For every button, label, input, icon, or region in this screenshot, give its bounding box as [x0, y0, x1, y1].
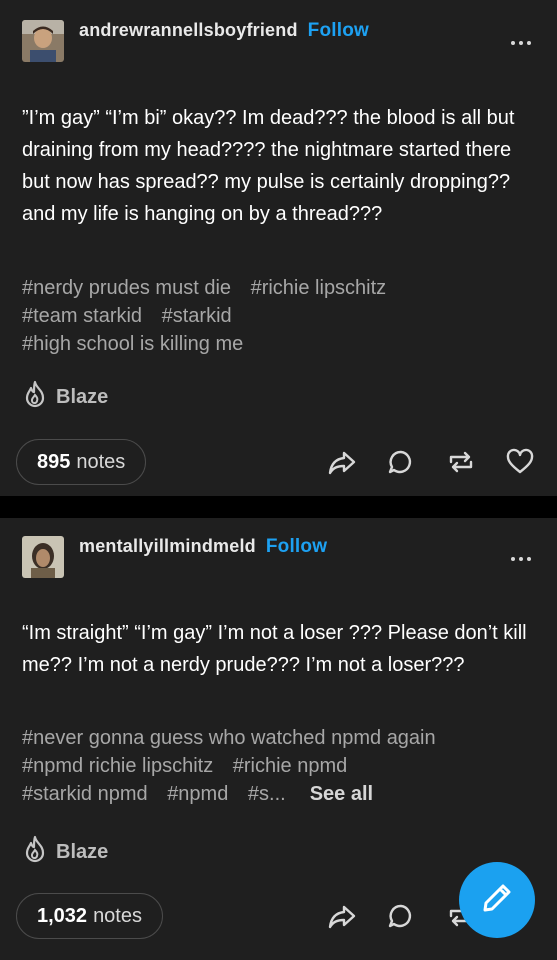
compose-button[interactable] — [459, 862, 535, 938]
share-icon[interactable] — [327, 901, 357, 931]
tag[interactable]: #richie lipschitz — [251, 277, 387, 299]
reply-icon[interactable] — [386, 447, 416, 477]
see-all-link[interactable]: See all — [310, 783, 373, 805]
post-header: andrewrannellsboyfriend Follow — [79, 20, 369, 42]
tag[interactable]: #starkid — [162, 305, 232, 327]
tag[interactable]: #npmd — [167, 783, 228, 805]
tag[interactable]: #starkid npmd — [22, 783, 148, 805]
more-icon[interactable] — [511, 554, 535, 564]
tag[interactable]: #nerdy prudes must die — [22, 277, 231, 299]
blaze-label: Blaze — [56, 385, 109, 408]
heart-icon[interactable] — [505, 447, 535, 477]
post-body: “Im straight” “I’m gay” I’m not a loser … — [22, 622, 527, 676]
post-body: ”I’m gay” “I’m bi” okay?? Im dead??? the… — [22, 107, 515, 225]
notes-count: 1,032 — [37, 904, 88, 927]
avatar[interactable] — [22, 20, 64, 62]
follow-button[interactable]: Follow — [266, 536, 327, 557]
notes-label: notes — [93, 904, 142, 927]
pencil-icon — [479, 880, 515, 921]
notes-button[interactable]: 895 notes — [16, 439, 147, 485]
share-icon[interactable] — [327, 447, 357, 477]
tag[interactable]: #npmd richie lipschitz — [22, 755, 213, 777]
reply-icon[interactable] — [386, 901, 416, 931]
flame-icon — [22, 835, 48, 869]
tag-list: #nerdy prudes must die #richie lipschitz… — [22, 274, 537, 358]
blaze-button[interactable]: Blaze — [22, 380, 108, 414]
post-header: mentallyillmindmeld Follow — [79, 536, 327, 558]
username[interactable]: mentallyillmindmeld — [79, 536, 256, 556]
tag[interactable]: #team starkid — [22, 305, 142, 327]
more-icon[interactable] — [511, 38, 535, 48]
avatar[interactable] — [22, 536, 64, 578]
blaze-button[interactable]: Blaze — [22, 835, 108, 869]
tag[interactable]: #never gonna guess who watched npmd agai… — [22, 727, 436, 749]
tag[interactable]: #s... — [248, 783, 286, 805]
notes-count: 895 — [37, 450, 71, 473]
tag[interactable]: #richie npmd — [233, 755, 348, 777]
tag-list: #never gonna guess who watched npmd agai… — [22, 724, 537, 808]
reblog-icon[interactable] — [446, 447, 476, 477]
post-card: andrewrannellsboyfriend Follow ”I’m gay” … — [0, 0, 557, 496]
username[interactable]: andrewrannellsboyfriend — [79, 20, 298, 40]
follow-button[interactable]: Follow — [308, 20, 369, 41]
notes-label: notes — [76, 450, 126, 473]
flame-icon — [22, 380, 48, 414]
tag[interactable]: #high school is killing me — [22, 333, 243, 355]
notes-button[interactable]: 1,032 notes — [16, 893, 163, 939]
blaze-label: Blaze — [56, 840, 109, 863]
